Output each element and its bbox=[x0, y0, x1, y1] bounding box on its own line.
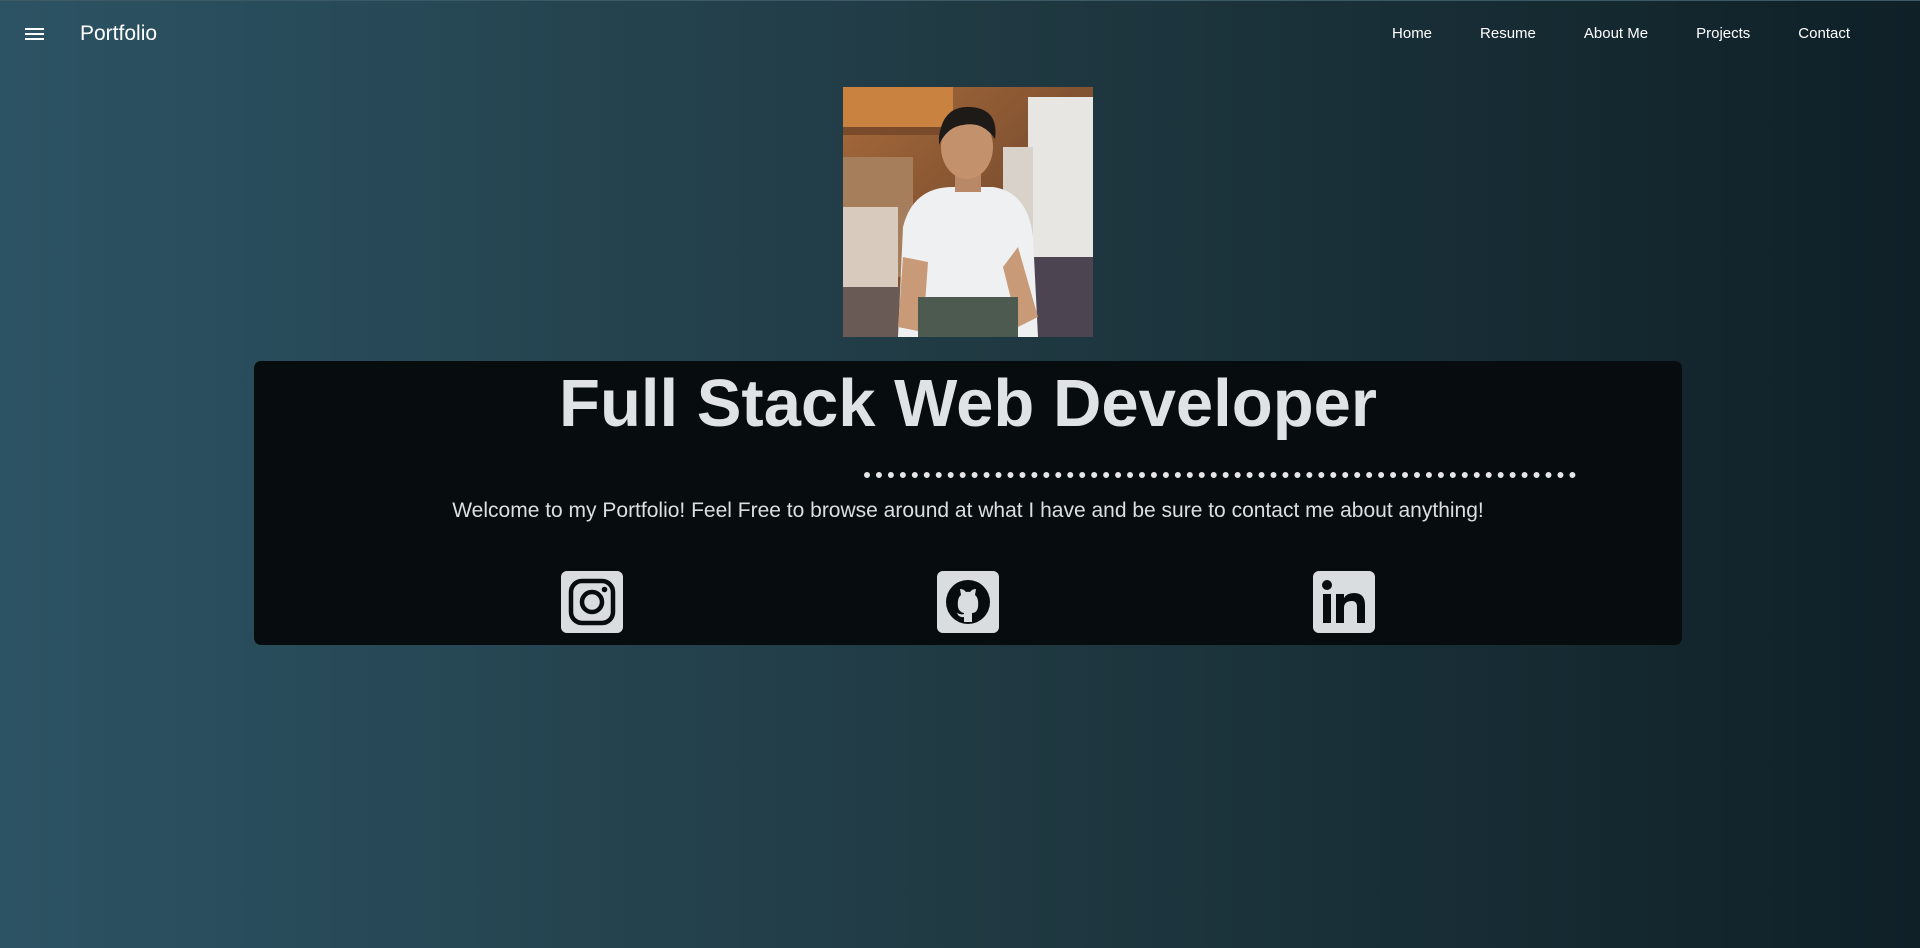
nav-links: Home Resume About Me Projects Contact bbox=[1368, 1, 1874, 67]
navbar: Portfolio Home Resume About Me Projects … bbox=[0, 0, 1920, 66]
brand-logo-link[interactable]: Portfolio bbox=[80, 21, 157, 47]
profile-photo bbox=[843, 87, 1093, 337]
linkedin-icon[interactable] bbox=[1313, 571, 1375, 633]
nav-link-contact[interactable]: Contact bbox=[1774, 1, 1874, 67]
github-icon[interactable] bbox=[937, 571, 999, 633]
dotted-divider bbox=[864, 472, 1576, 478]
hamburger-menu-icon[interactable] bbox=[22, 23, 48, 45]
nav-link-resume[interactable]: Resume bbox=[1456, 1, 1560, 67]
instagram-icon[interactable] bbox=[561, 571, 623, 633]
page-title: Full Stack Web Developer bbox=[559, 366, 1377, 441]
nav-link-about-me[interactable]: About Me bbox=[1560, 1, 1672, 67]
welcome-tagline: Welcome to my Portfolio! Feel Free to br… bbox=[452, 499, 1484, 522]
nav-link-home[interactable]: Home bbox=[1368, 1, 1456, 67]
hero-card: Full Stack Web Developer Welcome to my P… bbox=[254, 361, 1682, 645]
nav-link-projects[interactable]: Projects bbox=[1672, 1, 1774, 67]
